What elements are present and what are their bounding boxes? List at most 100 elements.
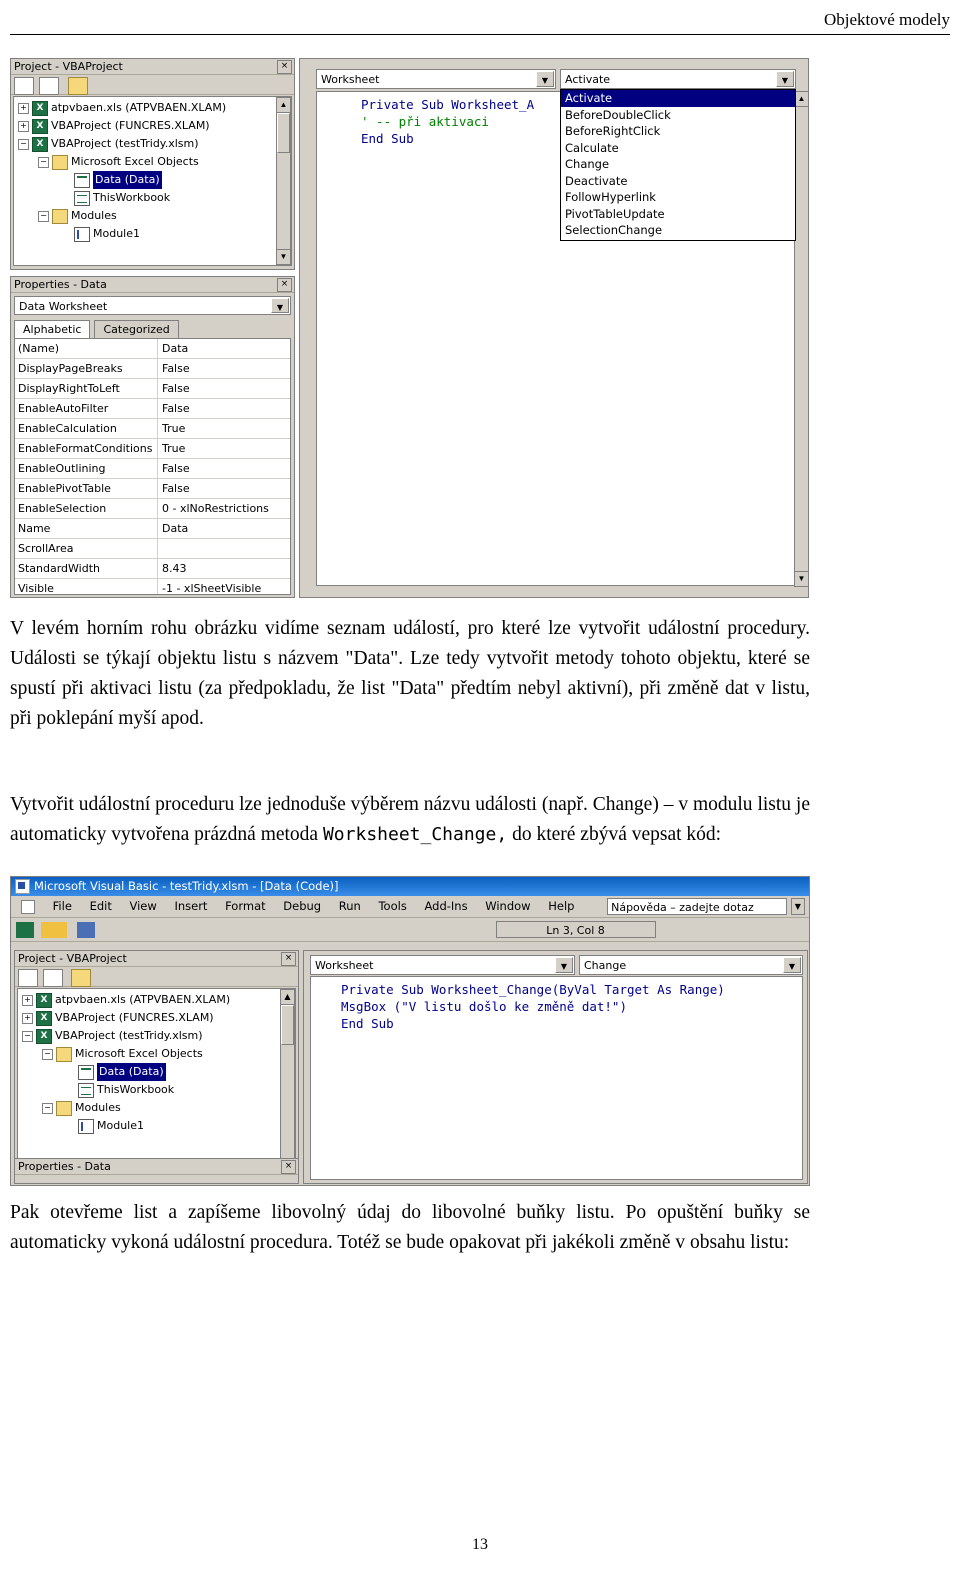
project-tree-scrollbar-2[interactable]: ▲ ▼ bbox=[280, 989, 295, 1177]
code-procedure-combo-2[interactable]: Change ▼ bbox=[579, 955, 803, 975]
scroll-up-icon[interactable]: ▲ bbox=[277, 98, 290, 113]
project-explorer-icon[interactable] bbox=[375, 921, 396, 939]
property-value[interactable]: Data bbox=[158, 519, 290, 538]
cut-icon[interactable] bbox=[106, 921, 127, 939]
expander-icon[interactable]: + bbox=[22, 994, 33, 1006]
dropdown-item[interactable]: BeforeRightClick bbox=[561, 123, 795, 140]
tree-row[interactable]: − VBAProject (testTridy.xlsm) bbox=[16, 135, 291, 153]
code-editor-2[interactable]: Private Sub Worksheet_Change(ByVal Targe… bbox=[310, 976, 803, 1180]
expander-icon[interactable]: − bbox=[18, 138, 29, 150]
insert-object-icon[interactable] bbox=[39, 921, 68, 939]
tree-row[interactable]: ThisWorkbook bbox=[20, 1081, 295, 1099]
tree-row[interactable]: Data (Data) bbox=[16, 171, 291, 189]
copy-icon[interactable] bbox=[131, 921, 151, 939]
dropdown-item[interactable]: PivotTableUpdate bbox=[561, 206, 795, 223]
property-value[interactable]: False bbox=[158, 359, 290, 378]
property-value[interactable]: Data bbox=[158, 339, 290, 358]
find-icon[interactable] bbox=[180, 921, 200, 939]
tree-row[interactable]: ThisWorkbook bbox=[16, 189, 291, 207]
property-value[interactable]: False bbox=[158, 459, 290, 478]
properties-grid[interactable]: (Name) Data DisplayPageBreaks False Displa… bbox=[14, 338, 291, 595]
design-mode-icon[interactable] bbox=[345, 921, 365, 939]
tree-row[interactable]: − VBAProject (testTridy.xlsm) bbox=[20, 1027, 295, 1045]
view-object-icon[interactable] bbox=[42, 969, 63, 987]
expander-icon[interactable]: − bbox=[42, 1048, 53, 1060]
toolbox-icon[interactable] bbox=[455, 921, 475, 939]
scroll-up-icon[interactable]: ▲ bbox=[795, 92, 808, 107]
close-icon[interactable]: × bbox=[277, 278, 292, 292]
chevron-down-icon[interactable]: ▼ bbox=[783, 957, 801, 973]
tree-row[interactable]: + VBAProject (FUNCRES.XLAM) bbox=[16, 117, 291, 135]
project-tree-2[interactable]: + atpvbaen.xls (ATPVBAEN.XLAM) + VBAProjec… bbox=[17, 988, 296, 1178]
tree-row[interactable]: − Microsoft Excel Objects bbox=[16, 153, 291, 171]
tree-row[interactable]: − Microsoft Excel Objects bbox=[20, 1045, 295, 1063]
property-row[interactable]: EnableCalculation True bbox=[15, 419, 290, 439]
scroll-down-icon[interactable]: ▼ bbox=[795, 571, 808, 586]
tree-row[interactable]: Module1 bbox=[16, 225, 291, 243]
dropdown-item[interactable]: FollowHyperlink bbox=[561, 189, 795, 206]
menu-item-tools[interactable]: Tools bbox=[371, 896, 413, 917]
pause-icon[interactable] bbox=[290, 921, 310, 939]
chevron-down-icon[interactable]: ▼ bbox=[536, 71, 554, 87]
scroll-thumb[interactable] bbox=[277, 113, 290, 153]
property-row[interactable]: EnableOutlining False bbox=[15, 459, 290, 479]
dropdown-item[interactable]: Calculate bbox=[561, 140, 795, 157]
expander-icon[interactable]: − bbox=[42, 1102, 53, 1114]
menu-item-debug[interactable]: Debug bbox=[276, 896, 328, 917]
chevron-down-icon[interactable]: ▼ bbox=[790, 898, 805, 915]
dropdown-item[interactable]: SelectionChange bbox=[561, 222, 795, 239]
property-value[interactable]: -1 - xlSheetVisible bbox=[158, 579, 290, 594]
menu-item-run[interactable]: Run bbox=[332, 896, 368, 917]
code-procedure-combo[interactable]: Activate ▼ bbox=[560, 69, 796, 89]
view-code-icon[interactable] bbox=[18, 969, 38, 987]
main-toolbar[interactable]: Ln 3, Col 8 bbox=[11, 918, 809, 942]
chevron-down-icon[interactable]: ▼ bbox=[555, 957, 573, 973]
expander-icon[interactable]: − bbox=[38, 156, 49, 168]
property-row[interactable]: ScrollArea bbox=[15, 539, 290, 559]
property-value[interactable]: 0 - xlNoRestrictions bbox=[158, 499, 290, 518]
menu-bar[interactable]: File Edit View Insert Format Debug Run T… bbox=[11, 896, 809, 918]
scroll-up-icon[interactable]: ▲ bbox=[281, 990, 294, 1005]
view-excel-icon[interactable] bbox=[15, 921, 35, 939]
close-icon[interactable]: × bbox=[281, 1160, 296, 1174]
expander-icon[interactable]: + bbox=[18, 102, 29, 114]
menu-item-edit[interactable]: Edit bbox=[83, 896, 119, 917]
stop-icon[interactable] bbox=[314, 921, 335, 939]
property-row[interactable]: Name Data bbox=[15, 519, 290, 539]
property-value[interactable]: 8.43 bbox=[158, 559, 290, 578]
view-code-icon[interactable] bbox=[14, 77, 34, 95]
dropdown-item[interactable]: BeforeDoubleClick bbox=[561, 107, 795, 124]
tree-row[interactable]: − Modules bbox=[16, 207, 291, 225]
property-row[interactable]: EnableAutoFilter False bbox=[15, 399, 290, 419]
property-row[interactable]: EnablePivotTable False bbox=[15, 479, 290, 499]
paste-icon[interactable] bbox=[155, 921, 176, 939]
menu-item-addins[interactable]: Add-Ins bbox=[417, 896, 474, 917]
undo-icon[interactable] bbox=[210, 921, 231, 939]
view-object-icon[interactable] bbox=[39, 77, 59, 95]
help-search-input[interactable]: Nápověda – zadejte dotaz bbox=[607, 898, 788, 915]
menu-item-format[interactable]: Format bbox=[218, 896, 273, 917]
code-object-combo[interactable]: Worksheet ▼ bbox=[316, 69, 556, 89]
tree-row[interactable]: + VBAProject (FUNCRES.XLAM) bbox=[20, 1009, 295, 1027]
property-value[interactable]: True bbox=[158, 419, 290, 438]
toggle-folders-icon[interactable] bbox=[71, 969, 91, 987]
code-scrollbar[interactable]: ▲ ▼ bbox=[794, 91, 809, 587]
tab-alphabetic[interactable]: Alphabetic bbox=[14, 320, 91, 338]
property-row[interactable]: EnableFormatConditions True bbox=[15, 439, 290, 459]
menu-item-window[interactable]: Window bbox=[478, 896, 537, 917]
tree-row[interactable]: + atpvbaen.xls (ATPVBAEN.XLAM) bbox=[16, 99, 291, 117]
property-row[interactable]: DisplayRightToLeft False bbox=[15, 379, 290, 399]
expander-icon[interactable]: + bbox=[22, 1012, 33, 1024]
save-icon[interactable] bbox=[76, 921, 96, 939]
object-browser-icon[interactable] bbox=[424, 921, 445, 939]
close-icon[interactable]: × bbox=[281, 952, 296, 966]
property-value[interactable]: False bbox=[158, 399, 290, 418]
procedure-dropdown-list[interactable]: Activate BeforeDoubleClick BeforeRightCl… bbox=[560, 89, 796, 241]
property-row[interactable]: EnableSelection 0 - xlNoRestrictions bbox=[15, 499, 290, 519]
project-tree[interactable]: + atpvbaen.xls (ATPVBAEN.XLAM) + VBAProjec… bbox=[13, 96, 292, 266]
expander-icon[interactable]: − bbox=[38, 210, 49, 222]
expander-icon[interactable]: + bbox=[18, 120, 29, 132]
chevron-down-icon[interactable]: ▼ bbox=[271, 298, 289, 313]
property-value[interactable]: True bbox=[158, 439, 290, 458]
property-row[interactable]: Visible -1 - xlSheetVisible bbox=[15, 579, 290, 594]
